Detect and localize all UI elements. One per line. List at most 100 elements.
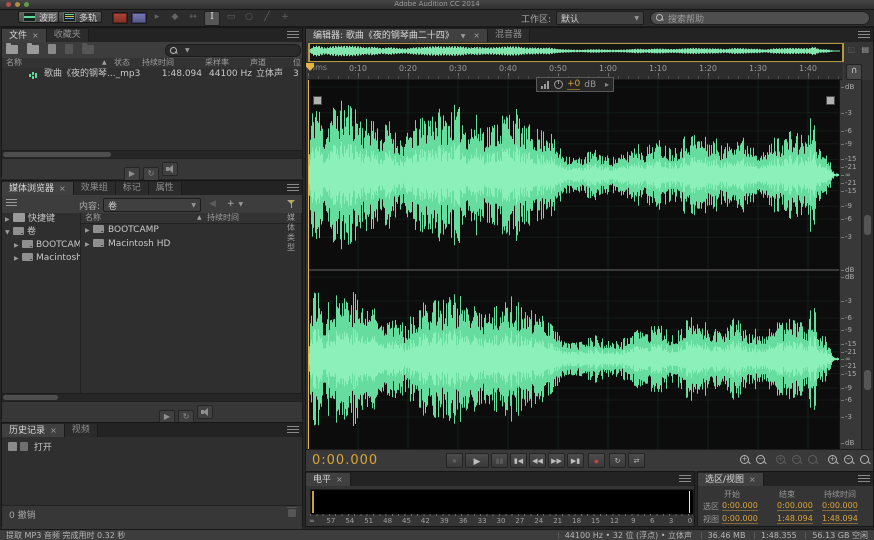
column-channels[interactable]: 声道: [250, 58, 266, 68]
collapse-icon[interactable]: ▼: [5, 226, 13, 239]
overview-navigator[interactable]: [308, 43, 844, 62]
tab-editor[interactable]: 编辑器: 歌曲《夜的钢琴曲二十四》 ▼ ×: [306, 29, 488, 42]
spectral-frequency-display-button[interactable]: [112, 12, 128, 24]
trash-icon[interactable]: [81, 43, 94, 54]
skip-to-start-button[interactable]: ▮◀: [510, 453, 527, 468]
close-icon[interactable]: ×: [50, 426, 57, 435]
panel-menu-icon[interactable]: [679, 475, 691, 483]
rewind-button[interactable]: ◀◀: [529, 453, 546, 468]
slip-tool-icon[interactable]: ↔: [186, 11, 200, 24]
panel-menu-icon[interactable]: [287, 31, 299, 39]
right-channel-handle[interactable]: [826, 96, 835, 105]
waveform-display[interactable]: [308, 80, 839, 449]
expand-icon[interactable]: ▶: [85, 224, 93, 238]
marquee-selection-tool-icon[interactable]: ▭: [224, 11, 238, 24]
trash-icon[interactable]: [287, 507, 297, 517]
panel-menu-icon[interactable]: [858, 31, 870, 39]
loop-preview-button[interactable]: ↻: [143, 167, 159, 181]
selection-end-value[interactable]: 0:00.000: [777, 501, 813, 511]
zoom-to-selection-button[interactable]: [806, 454, 821, 467]
skip-selection-button[interactable]: ⇄: [628, 453, 645, 468]
open-file-icon[interactable]: [6, 43, 18, 54]
close-icon[interactable]: ×: [32, 31, 39, 40]
amplitude-zoom-scrollbar[interactable]: [861, 80, 873, 449]
close-icon[interactable]: ×: [59, 184, 66, 193]
tab-markers[interactable]: 标记: [115, 182, 149, 195]
column-bit[interactable]: 位: [293, 58, 301, 68]
close-icon[interactable]: ×: [336, 475, 343, 484]
lasso-selection-tool-icon[interactable]: ○: [242, 11, 256, 24]
overview-zoom-icon[interactable]: ◱: [847, 45, 855, 54]
sort-ascending-icon[interactable]: ▲: [102, 58, 107, 68]
media-row[interactable]: ▶ Macintosh HD: [81, 237, 301, 251]
new-file-icon[interactable]: [64, 44, 73, 54]
zoom-full-button[interactable]: [858, 454, 873, 467]
scroll-thumb[interactable]: [864, 370, 871, 390]
column-status[interactable]: 状态: [114, 58, 130, 68]
file-row[interactable]: 歌曲《夜的钢琴..._mp3 1:48.094 44100 Hz 立体声 3: [2, 68, 302, 81]
multitrack-view-button[interactable]: 多轨: [58, 11, 103, 23]
tree-item[interactable]: ▶ BOOTCAM: [2, 239, 80, 252]
razor-tool-icon[interactable]: ◆: [168, 11, 182, 24]
panel-menu-icon[interactable]: [287, 184, 299, 192]
help-search-input[interactable]: 搜索帮助: [650, 11, 870, 25]
media-row[interactable]: ▶ BOOTCAMP: [81, 223, 301, 237]
pause-button[interactable]: ▮▮: [491, 453, 508, 468]
panel-menu-icon[interactable]: [858, 475, 870, 483]
panel-menu-icon[interactable]: [287, 426, 299, 434]
headphones-monitor-icon[interactable]: ∩: [846, 64, 862, 80]
content-dropdown[interactable]: 卷 ▼: [103, 198, 201, 212]
auto-play-button[interactable]: [162, 162, 178, 176]
workspace-dropdown[interactable]: 默认 ▼: [556, 11, 644, 25]
zoom-in-amplitude-button[interactable]: +: [826, 454, 841, 467]
column-name[interactable]: 名称: [6, 58, 22, 68]
waveform-view-button[interactable]: 波形: [18, 11, 63, 23]
scroll-thumb[interactable]: [864, 215, 871, 235]
hud-gain-value[interactable]: +0: [567, 79, 581, 90]
spot-healing-brush-tool-icon[interactable]: +: [278, 11, 292, 24]
tab-favorites[interactable]: 收藏夹: [46, 29, 89, 42]
tab-selection-view[interactable]: 选区/视图 ×: [698, 473, 764, 486]
column-sample-rate[interactable]: 采样率: [205, 58, 229, 68]
spectral-pitch-display-button[interactable]: [131, 12, 147, 24]
selection-end-value[interactable]: 1:48.094: [777, 514, 813, 524]
column-name[interactable]: 名称: [85, 213, 101, 223]
filter-icon[interactable]: [287, 199, 296, 208]
history-entry[interactable]: 打开: [2, 437, 302, 453]
current-time-display[interactable]: 0:00.000: [312, 453, 378, 468]
add-shortcut-icon[interactable]: + ▼: [227, 199, 243, 209]
tree-item[interactable]: ▶ 快捷键: [2, 213, 80, 226]
tree-item[interactable]: ▼ 卷: [2, 226, 80, 239]
expand-icon[interactable]: ▶: [14, 239, 22, 252]
left-channel-handle[interactable]: [313, 96, 322, 105]
back-icon[interactable]: ◀: [209, 199, 216, 209]
files-search-input[interactable]: ▼: [165, 44, 301, 57]
auto-play-button[interactable]: [197, 405, 213, 419]
tab-files[interactable]: 文件 ×: [2, 29, 47, 42]
expand-icon[interactable]: ▶: [14, 252, 22, 265]
selection-start-value[interactable]: 0:00.000: [722, 501, 758, 511]
tab-history[interactable]: 历史记录 ×: [2, 424, 65, 437]
close-icon[interactable]: ×: [749, 475, 756, 484]
selection-duration-value[interactable]: 1:48.094: [822, 514, 858, 524]
import-folder-icon[interactable]: [26, 43, 39, 54]
list-view-icon[interactable]: [6, 199, 17, 208]
zoom-out-time-button[interactable]: −: [790, 454, 805, 467]
tree-item[interactable]: ▶ Macintosh: [2, 252, 80, 265]
move-tool-icon[interactable]: ▸: [150, 11, 164, 24]
tab-mixer[interactable]: 混音器: [487, 29, 530, 42]
column-duration[interactable]: 持续时间: [207, 213, 239, 223]
zoom-out-button[interactable]: −: [754, 454, 769, 467]
tab-media-browser[interactable]: 媒体浏览器 ×: [2, 182, 74, 195]
expand-icon[interactable]: ▶: [5, 213, 13, 226]
chevron-down-icon[interactable]: ▼: [461, 33, 466, 40]
paintbrush-tool-icon[interactable]: ╱: [260, 11, 274, 24]
zoom-in-button[interactable]: +: [738, 454, 753, 467]
selection-duration-value[interactable]: 0:00.000: [822, 501, 858, 511]
import-file-icon[interactable]: [47, 44, 56, 54]
play-button[interactable]: ▶: [465, 453, 489, 468]
overview-options-icon[interactable]: ▤: [861, 45, 869, 54]
expand-icon[interactable]: ▶: [85, 238, 93, 252]
zoom-out-amplitude-button[interactable]: −: [842, 454, 857, 467]
pin-icon[interactable]: ▸: [605, 80, 609, 89]
